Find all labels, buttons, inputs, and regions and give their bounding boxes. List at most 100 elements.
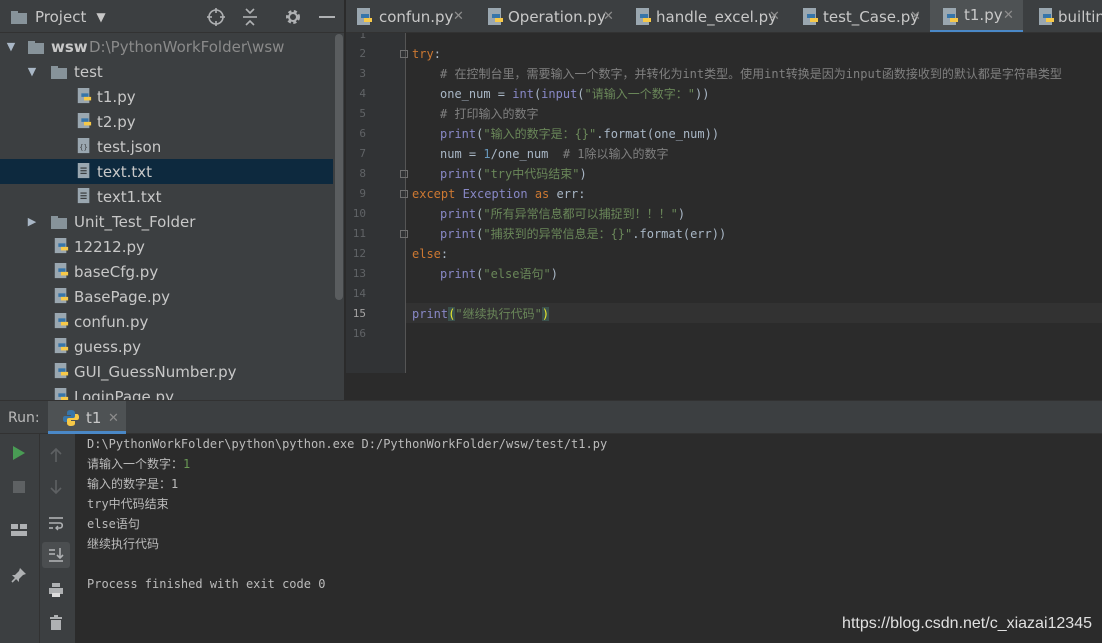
line-number: 6 [359,127,366,140]
tree-item-text1-txt[interactable]: text1.txt [0,184,333,209]
python-file-icon [1039,8,1054,25]
run-toolbar [0,434,75,643]
tree-scrollbar[interactable] [333,34,344,400]
tree-item-gui-guessnumber-py[interactable]: GUI_GuessNumber.py [0,359,333,384]
tree-item-text-txt[interactable]: text.txt [0,159,333,184]
locate-button[interactable] [206,0,226,33]
tree-item-label: t2.py [97,112,136,131]
close-icon[interactable]: ✕ [108,411,119,426]
line-number: 13 [352,267,366,280]
code-line-11: print("捕获到的异常信息是：{}".format(err)) [440,227,727,241]
tree-scroll-thumb[interactable] [335,34,343,300]
project-view-selector[interactable]: Project ▼ [10,0,106,33]
scroll-to-end-button[interactable] [42,542,70,568]
pin-button[interactable] [5,562,33,588]
tree-item-t2-py[interactable]: t2.py [0,109,333,134]
tree-item-test[interactable]: ▼ test [0,59,333,84]
printer-icon [49,583,63,597]
tree-item-guess-py[interactable]: guess.py [0,334,333,359]
tab-confun-py[interactable]: confun.py ✕ [346,0,471,32]
tab-label: test_Case.py [823,7,920,26]
run-console-output[interactable]: D:\PythonWorkFolder\python\python.exe D:… [75,434,1102,643]
run-tab-t1[interactable]: t1 ✕ [48,401,126,434]
tab-test-case-py[interactable]: test_Case.py ✕ [792,0,930,32]
stop-button[interactable] [5,474,33,500]
soft-wrap-button[interactable] [42,510,70,536]
line-number: 12 [352,247,366,260]
scroll-up-button[interactable] [42,442,70,468]
settings-button[interactable] [284,0,302,33]
rerun-button[interactable] [5,440,33,466]
fold-marker-icon[interactable] [400,50,408,58]
scroll-down-button[interactable] [42,474,70,500]
fold-marker-icon[interactable] [400,170,408,178]
layout-button[interactable] [5,517,33,543]
pin-icon [11,568,26,583]
stop-icon [13,481,25,493]
tree-item-basepage-py[interactable]: BasePage.py [0,284,333,309]
line-number: 3 [359,67,366,80]
line-number: 11 [352,227,366,240]
project-panel: Project ▼ ▼ wsw D:\PythonWorkFolder\wsw … [0,0,345,400]
expanded-arrow-icon[interactable]: ▼ [5,40,17,53]
code-line-7: num = 1/one_num # 1除以输入的数字 [440,147,669,161]
close-icon[interactable]: ✕ [603,9,614,24]
console-line: 继续执行代码 [87,537,160,551]
tree-item-12212-py[interactable]: 12212.py [0,234,333,259]
minimize-icon [319,15,335,18]
tab-builtin[interactable]: builtin [1028,0,1102,32]
scroll-to-end-icon [49,548,64,562]
python-file-icon [54,363,69,379]
tree-item-test-json[interactable]: {} test.json [0,134,333,159]
code-line-5: # 打印输入的数字 [440,107,539,121]
python-file-icon [943,8,958,25]
tab-t1-py[interactable]: t1.py ✕ [930,0,1023,32]
tree-root-path: D:\PythonWorkFolder\wsw [89,37,285,56]
close-icon[interactable]: ✕ [769,9,780,24]
svg-text:{}: {} [79,143,88,152]
play-icon [13,446,25,460]
tab-label: confun.py [379,7,454,26]
fold-marker-icon[interactable] [400,190,408,198]
code-line-12: else: [412,247,449,261]
tab-label: builtin [1058,7,1102,26]
python-file-icon [357,8,372,25]
line-number: 5 [359,107,366,120]
collapsed-arrow-icon[interactable]: ▶ [26,215,38,228]
tab-handle-excel-py[interactable]: handle_excel.py ✕ [625,0,789,32]
tab-operation-py[interactable]: Operation.py ✕ [477,0,623,32]
close-icon[interactable]: ✕ [910,9,921,24]
tree-item-label: text.txt [97,162,153,181]
python-file-icon [54,338,69,354]
python-file-icon [77,113,92,129]
folder-icon [51,66,67,79]
python-file-icon [54,263,69,279]
tree-item-basecfg-py[interactable]: baseCfg.py [0,259,333,284]
code-line-3: # 在控制台里，需要输入一个数字，并转化为int类型。使用int转换是因为inp… [440,67,1062,81]
print-button[interactable] [42,577,70,603]
tree-item-t1-py[interactable]: t1.py [0,84,333,109]
close-icon[interactable]: ✕ [453,9,464,24]
close-icon[interactable]: ✕ [1003,8,1014,23]
collapse-all-button[interactable] [241,0,259,33]
fold-marker-icon[interactable] [400,230,408,238]
clear-all-button[interactable] [42,610,70,636]
tree-root-name: wsw [51,37,88,56]
tree-item-unit-test-folder[interactable]: ▶ Unit_Test_Folder [0,209,333,234]
tree-item-label: GUI_GuessNumber.py [74,362,237,381]
tree-root-wsw[interactable]: ▼ wsw D:\PythonWorkFolder\wsw [0,34,333,59]
tree-item-loginpage-py[interactable]: LoginPage.py [0,384,333,400]
code-editor[interactable]: 1 2 3 4 5 6 7 8 9 10 11 12 13 14 15 16 t… [346,33,1102,373]
expanded-arrow-icon[interactable]: ▼ [26,65,38,78]
wrap-icon [49,517,64,531]
run-panel-header: Run: t1 ✕ [0,400,1102,434]
current-line-number: 15 [352,307,366,320]
code-line-15: print("继续执行代码") [412,307,550,321]
tree-item-confun-py[interactable]: confun.py [0,309,333,334]
line-number: 10 [352,207,366,220]
line-number: 4 [359,87,366,100]
code-line-2: try: [412,47,441,61]
line-number: 14 [352,287,366,300]
hide-panel-button[interactable] [318,0,336,33]
tab-label: handle_excel.py [656,7,778,26]
